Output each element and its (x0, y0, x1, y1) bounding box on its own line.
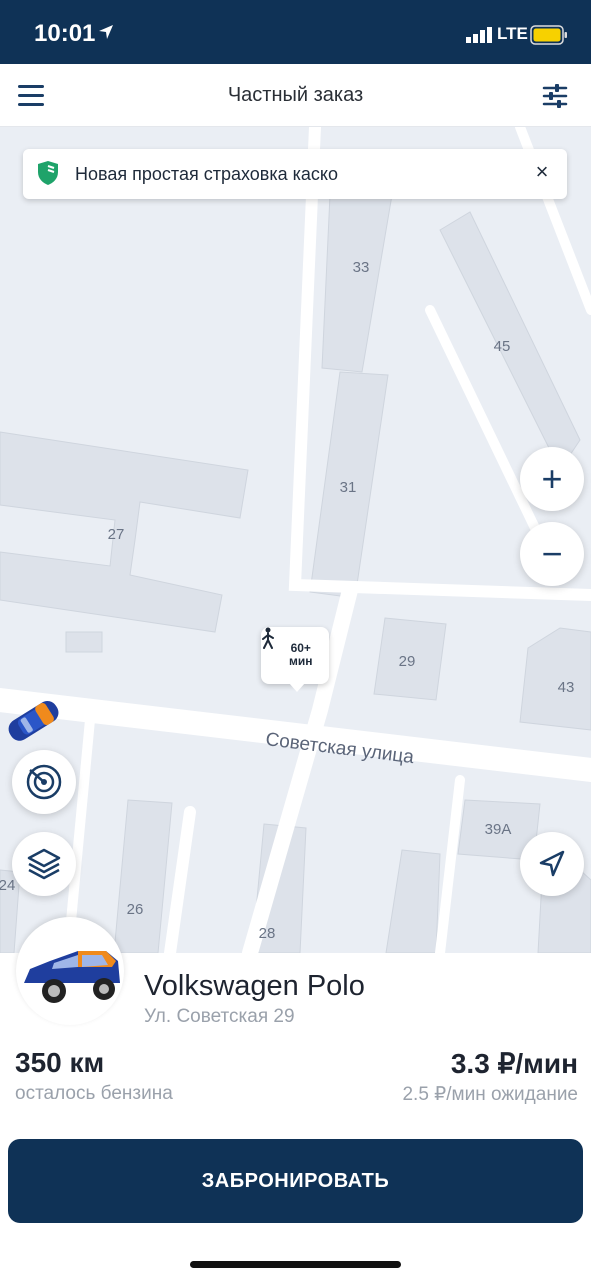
building (519, 627, 591, 731)
building-number: 26 (127, 901, 144, 918)
building-number: 29 (399, 653, 416, 670)
building-number: 33 (353, 259, 370, 276)
building-number: 28 (259, 925, 276, 942)
network-type: LTE (497, 24, 528, 43)
insurance-banner[interactable]: Новая простая страховка каско × (23, 149, 567, 199)
minus-icon: − (541, 533, 563, 574)
road (164, 806, 196, 953)
zoom-out-button[interactable]: − (520, 522, 584, 586)
fuel-range-value: 350 км (15, 1047, 105, 1078)
layers-icon (27, 848, 61, 880)
price-per-minute: 3.3 ₽/мин (450, 1048, 578, 1079)
building (113, 799, 173, 953)
car-photo (16, 917, 124, 1025)
building (321, 194, 393, 373)
fuel-range-label: осталось бензина (15, 1083, 173, 1104)
map-canvas: 33 45 31 27 29 43 39А 26 28 24 Советская… (0, 127, 591, 953)
building-number: 24 (0, 877, 15, 894)
building (385, 849, 441, 953)
filter-icon[interactable] (540, 82, 570, 110)
close-icon[interactable]: × (531, 161, 553, 183)
radar-icon (26, 764, 62, 800)
building-number: 43 (558, 679, 575, 696)
waiting-price: 2.5 ₽/мин ожидание (402, 1084, 578, 1105)
status-bar: 10:01 LTE (0, 0, 591, 64)
navigation-arrow-icon (539, 850, 565, 877)
home-indicator (190, 1261, 401, 1268)
road (435, 775, 465, 953)
banner-text: Новая простая страховка каско (75, 164, 338, 184)
building (65, 631, 103, 653)
layers-button[interactable] (12, 832, 76, 896)
building-number: 27 (108, 526, 125, 543)
battery-icon (530, 25, 567, 45)
signal-icon (466, 27, 492, 43)
car-image (24, 951, 120, 1003)
plus-icon: + (541, 458, 563, 499)
walk-time-bubble: 60+ мин (261, 627, 329, 692)
zoom-in-button[interactable]: + (520, 447, 584, 511)
car-info-card: Volkswagen Polo Ул. Советская 29 350 км … (0, 917, 591, 1280)
building-number: 45 (494, 338, 511, 355)
car-model: Volkswagen Polo (144, 970, 365, 1002)
book-button[interactable]: ЗАБРОНИРОВАТЬ (8, 1139, 583, 1223)
shield-icon (38, 161, 58, 185)
status-time: 10:01 (34, 20, 96, 47)
map[interactable]: 33 45 31 27 29 43 39А 26 28 24 Советская… (0, 127, 591, 953)
building-number: 31 (340, 479, 357, 496)
walking-person-icon (262, 627, 274, 649)
car-address: Ул. Советская 29 (144, 1006, 295, 1027)
locate-me-button[interactable] (520, 832, 584, 896)
page-title: Частный заказ (227, 84, 364, 106)
app-header: Частный заказ (0, 64, 591, 127)
radar-button[interactable] (12, 750, 76, 814)
car-icon[interactable] (0, 695, 66, 745)
walk-time-unit: мин (289, 654, 313, 668)
location-arrow-icon (99, 25, 113, 39)
building-number: 39А (485, 821, 512, 838)
